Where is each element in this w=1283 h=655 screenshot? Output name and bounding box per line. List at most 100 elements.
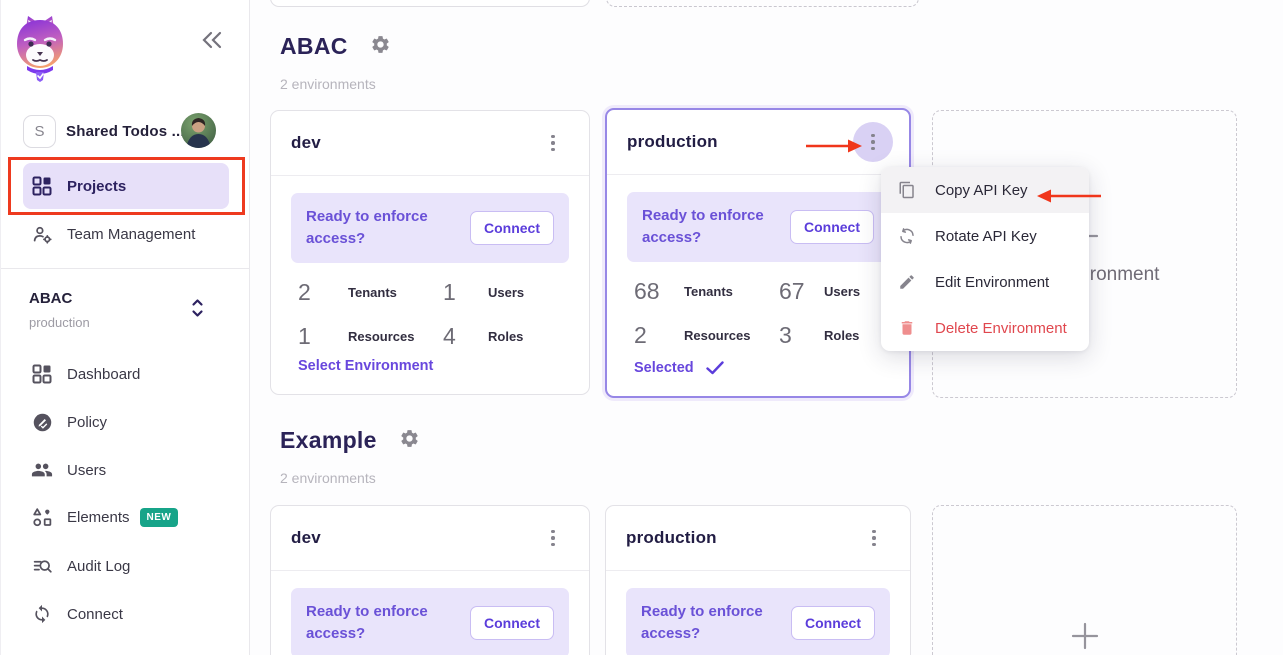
stat-label: Users [824,284,889,299]
copy-icon [897,180,917,200]
previous-card-bottom-edge [270,0,590,7]
audit-log-icon [31,555,53,577]
section-header-abac: ABAC [280,33,391,60]
connect-banner: Ready to enforce access? Connect [626,588,890,655]
menu-item-label: Rotate API Key [935,228,1037,245]
permit-mascot-logo [11,12,69,91]
connect-sync-icon [31,603,53,625]
section-header-example: Example [280,427,420,454]
stat-label: Resources [684,328,779,343]
sidebar-item-label: Policy [67,414,107,431]
rotate-icon [897,226,917,246]
card-header: production [607,110,909,175]
expand-selector-icon [191,298,204,323]
sidebar-item-elements[interactable]: Elements NEW [23,494,229,540]
policy-icon [31,411,53,433]
sidebar-item-label: Elements [67,509,130,526]
environment-card-production: production Ready to enforce access? Conn… [605,108,911,398]
project-settings-gear-icon[interactable] [399,428,420,454]
elements-shapes-icon [31,506,53,528]
menu-item-label: Copy API Key [935,182,1028,199]
environment-card-production: production Ready to enforce access? Conn… [605,505,911,655]
connect-button[interactable]: Connect [790,210,874,244]
workspace-initial-badge: S [23,115,56,148]
stat-value: 3 [779,322,824,349]
new-environment-card[interactable] [932,505,1237,655]
stat-value: 68 [634,278,684,305]
sidebar-collapse-icon[interactable] [201,30,223,55]
environment-title: dev [291,133,321,153]
stat-value: 67 [779,278,824,305]
check-icon [706,361,724,375]
sidebar-item-dashboard[interactable]: Dashboard [23,351,229,397]
environment-count: 2 environments [280,76,376,92]
new-badge: NEW [140,508,179,527]
project-title: Example [280,427,377,454]
kebab-menu-icon[interactable] [533,518,573,558]
environment-stats: 2 Tenants 1 Users 1 Resources 4 Roles [298,279,569,350]
stat-label: Roles [488,329,569,344]
sidebar-item-team-management[interactable]: Team Management [23,211,229,257]
card-header: dev [271,111,589,176]
sidebar-item-label: Connect [67,606,123,623]
stat-label: Roles [824,328,889,343]
project-environment-selector[interactable]: ABAC production [29,290,229,330]
kebab-menu-icon-active[interactable] [853,122,893,162]
project-settings-gear-icon[interactable] [370,34,391,60]
environment-stats: 68 Tenants 67 Users 2 Resources 3 Roles [634,278,889,349]
sidebar-item-label: Projects [67,178,126,195]
stat-value: 4 [443,323,488,350]
sidebar-item-policy[interactable]: Policy [23,399,229,445]
environment-title: production [626,528,717,548]
kebab-menu-icon[interactable] [854,518,894,558]
menu-item-copy-api-key[interactable]: Copy API Key [881,167,1089,213]
banner-text: Ready to enforce access? [306,601,441,645]
sidebar-item-users[interactable]: Users [23,447,229,493]
stat-label: Tenants [348,285,443,300]
kebab-menu-icon[interactable] [533,123,573,163]
connect-button[interactable]: Connect [470,211,554,245]
sidebar: S Shared Todos ... Projects [0,0,250,655]
workspace-name: Shared Todos ... [66,123,185,140]
card-header: production [606,506,910,571]
connect-banner: Ready to enforce access? Connect [291,193,569,263]
connect-button[interactable]: Connect [470,606,554,640]
selected-label: Selected [634,360,694,376]
plus-icon [1071,622,1099,650]
sidebar-divider [1,268,250,269]
menu-item-edit-environment[interactable]: Edit Environment [881,259,1089,305]
connect-button[interactable]: Connect [791,606,875,640]
sidebar-item-label: Dashboard [67,366,140,383]
sidebar-item-label: Team Management [67,226,195,243]
banner-text: Ready to enforce access? [642,205,777,249]
sidebar-item-audit-log[interactable]: Audit Log [23,543,229,589]
sidebar-item-connect[interactable]: Connect [23,591,229,637]
environment-title: dev [291,528,321,548]
pencil-icon [897,272,917,292]
team-management-icon [31,223,53,245]
environment-count: 2 environments [280,470,376,486]
workspace-switcher[interactable]: S Shared Todos ... [23,113,229,149]
dashboard-icon [31,363,53,385]
menu-item-label: Delete Environment [935,320,1067,337]
sidebar-item-projects[interactable]: Projects [23,163,229,209]
menu-item-label: Edit Environment [935,274,1049,291]
project-title: ABAC [280,33,348,60]
users-icon [31,459,53,481]
banner-text: Ready to enforce access? [306,206,441,250]
sidebar-item-label: Users [67,462,106,479]
environment-title: production [627,132,718,152]
menu-item-rotate-api-key[interactable]: Rotate API Key [881,213,1089,259]
environment-context-menu: Copy API Key Rotate API Key Edit Environ… [881,167,1089,351]
menu-item-delete-environment[interactable]: Delete Environment [881,305,1089,351]
projects-grid-icon [31,175,53,197]
connect-banner: Ready to enforce access? Connect [291,588,569,655]
select-environment-link[interactable]: Select Environment [298,358,433,374]
environment-card-dev: dev Ready to enforce access? Connect [270,505,590,655]
stat-label: Tenants [684,284,779,299]
sidebar-item-label: Audit Log [67,558,130,575]
user-avatar[interactable] [181,113,216,148]
stat-value: 1 [298,323,348,350]
stat-label: Resources [348,329,443,344]
banner-text: Ready to enforce access? [641,601,776,645]
